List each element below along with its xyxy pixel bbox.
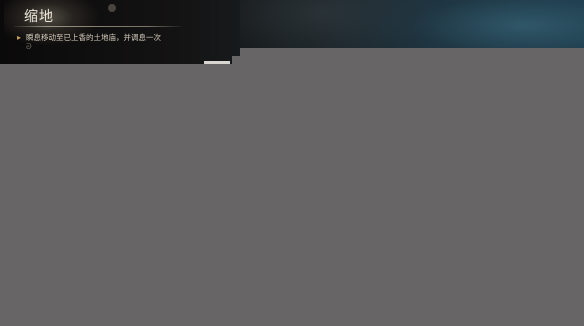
- game-screen: 缩地 ▸ 瞬息移动至已上香的土地庙，并调息一次 ᘐ: [0, 0, 584, 326]
- skill-title: 缩地: [24, 9, 54, 25]
- title-divider: [14, 26, 182, 27]
- skill-description: 瞬息移动至已上香的土地庙，并调息一次: [26, 33, 161, 42]
- arrow-icon: ▸: [17, 33, 22, 42]
- loading-mask: [0, 64, 584, 326]
- scene-highlight: [204, 61, 230, 64]
- ink-dot: [108, 4, 116, 12]
- skill-info-panel: 缩地 ▸ 瞬息移动至已上香的土地庙，并调息一次 ᘐ: [0, 0, 200, 64]
- swirl-icon: ᘐ: [26, 42, 32, 51]
- loading-mask-corner: [232, 56, 244, 64]
- loading-mask-edge: [240, 48, 584, 64]
